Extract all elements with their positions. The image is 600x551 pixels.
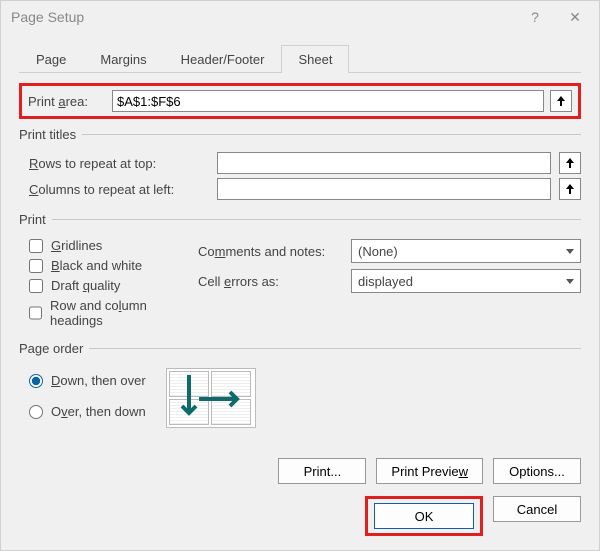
print-area-input[interactable] — [112, 90, 544, 112]
rows-repeat-range-button[interactable] — [559, 152, 581, 174]
print-legend: Print — [19, 212, 52, 227]
ok-highlight: OK — [365, 496, 483, 536]
collapse-range-icon — [564, 183, 576, 195]
down-then-over-input[interactable] — [29, 374, 43, 388]
gridlines-checkbox[interactable]: Gridlines — [29, 238, 178, 253]
errors-value: displayed — [358, 274, 413, 289]
gridlines-input[interactable] — [29, 239, 43, 253]
over-then-down-label: Over, then down — [51, 404, 146, 419]
over-then-down-radio[interactable]: Over, then down — [29, 404, 146, 419]
dialog-title: Page Setup — [11, 9, 515, 25]
draft-quality-checkbox[interactable]: Draft quality — [29, 278, 178, 293]
rows-repeat-label: Rows to repeat at top: — [29, 156, 209, 171]
gridlines-label: Gridlines — [51, 238, 102, 253]
options-button[interactable]: Options... — [493, 458, 581, 484]
tab-strip: Page Margins Header/Footer Sheet — [1, 33, 599, 73]
cancel-button[interactable]: Cancel — [493, 496, 581, 522]
page-order-legend: Page order — [19, 341, 89, 356]
print-button[interactable]: Print... — [278, 458, 366, 484]
tab-sheet[interactable]: Sheet — [281, 45, 349, 73]
print-area-label: Print area: — [28, 94, 106, 109]
row-col-headings-checkbox[interactable]: Row and column headings — [29, 298, 178, 328]
cols-repeat-label: Columns to repeat at left: — [29, 182, 209, 197]
cols-repeat-range-button[interactable] — [559, 178, 581, 200]
black-white-input[interactable] — [29, 259, 43, 273]
print-group: Print Gridlines Black and white Draft qu… — [19, 212, 581, 333]
row-col-headings-label: Row and column headings — [50, 298, 178, 328]
collapse-range-icon — [555, 95, 567, 107]
tab-page[interactable]: Page — [19, 45, 83, 73]
rows-repeat-input[interactable] — [217, 152, 551, 174]
order-arrow-down-icon — [179, 373, 199, 425]
sheet-tab-content: Print area: Print titles Rows to repeat … — [1, 73, 599, 452]
print-area-range-button[interactable] — [550, 90, 572, 112]
errors-label: Cell errors as: — [198, 274, 343, 289]
draft-quality-input[interactable] — [29, 279, 43, 293]
page-order-group: Page order Down, then over Over, then do… — [19, 341, 581, 428]
close-button[interactable]: ✕ — [555, 3, 595, 31]
tab-margins[interactable]: Margins — [83, 45, 163, 73]
collapse-range-icon — [564, 157, 576, 169]
down-then-over-radio[interactable]: Down, then over — [29, 373, 146, 388]
print-preview-button[interactable]: Print Preview — [376, 458, 483, 484]
black-white-label: Black and white — [51, 258, 142, 273]
comments-value: (None) — [358, 244, 398, 259]
errors-select[interactable]: displayed — [351, 269, 581, 293]
page-setup-dialog: Page Setup ? ✕ Page Margins Header/Foote… — [0, 0, 600, 551]
ok-button[interactable]: OK — [374, 503, 474, 529]
print-area-row: Print area: — [19, 83, 581, 119]
comments-label: Comments and notes: — [198, 244, 343, 259]
over-then-down-input[interactable] — [29, 405, 43, 419]
comments-select[interactable]: (None) — [351, 239, 581, 263]
cols-repeat-input[interactable] — [217, 178, 551, 200]
print-titles-group: Print titles Rows to repeat at top: Colu… — [19, 127, 581, 204]
order-arrow-over-icon — [197, 389, 249, 409]
page-order-preview — [166, 368, 256, 428]
black-white-checkbox[interactable]: Black and white — [29, 258, 178, 273]
bottom-button-row: OK Cancel — [1, 490, 599, 550]
middle-button-row: Print... Print Preview Options... — [1, 452, 599, 490]
title-bar: Page Setup ? ✕ — [1, 1, 599, 33]
tab-header-footer[interactable]: Header/Footer — [164, 45, 282, 73]
row-col-headings-input[interactable] — [29, 306, 42, 320]
help-button[interactable]: ? — [515, 3, 555, 31]
down-then-over-label: Down, then over — [51, 373, 146, 388]
print-titles-legend: Print titles — [19, 127, 82, 142]
draft-quality-label: Draft quality — [51, 278, 120, 293]
